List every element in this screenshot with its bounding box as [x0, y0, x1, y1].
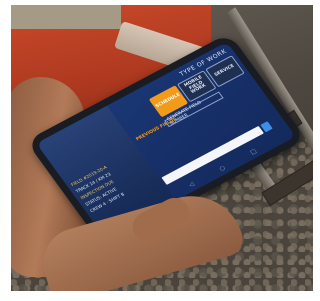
previous-fields-label: PREVIOUS FIELDS: [135, 117, 178, 143]
photo-scene: TYPE OF WORK SCHEDULE MOBILE FIELD WORK …: [11, 5, 313, 291]
worker-jacket-top: [11, 5, 121, 29]
